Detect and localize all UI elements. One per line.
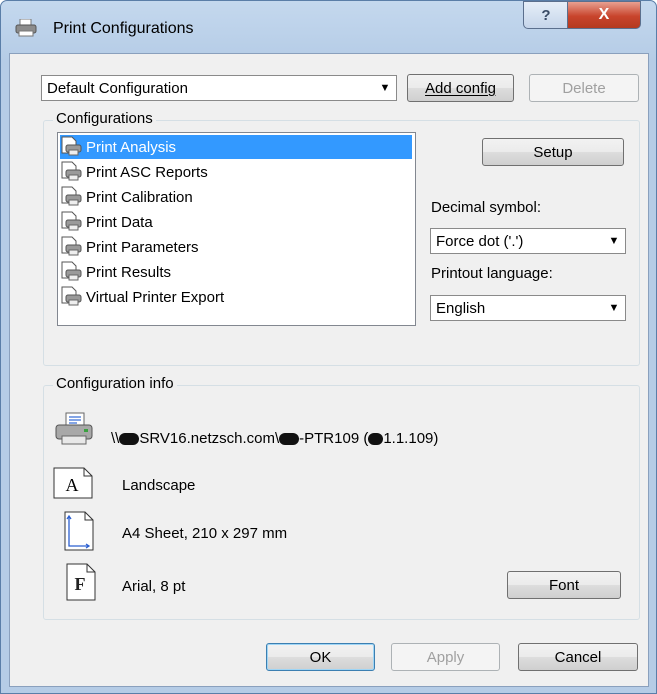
list-item-label: Print Calibration [86,188,193,206]
list-item-label: Print Data [86,213,153,231]
cancel-label: Cancel [554,648,602,666]
list-item[interactable]: Print Results [60,260,412,284]
redaction-mark [368,433,384,446]
list-item-label: Print Analysis [86,138,177,156]
printer-config-icon [60,261,86,283]
apply-button[interactable]: Apply [391,643,500,671]
list-item-label: Print Results [86,263,172,281]
ok-label: OK [309,648,332,666]
configurations-legend: Configurations [53,110,156,127]
setup-button[interactable]: Setup [482,138,624,166]
redaction-mark [119,433,140,446]
delete-button[interactable]: Delete [529,74,639,102]
list-item-label: Virtual Printer Export [86,288,225,306]
dialog-body: Default Configuration ▼ Add config Delet… [9,53,649,687]
orientation-text: Landscape [122,477,196,494]
list-item[interactable]: Print ASC Reports [60,160,412,184]
add-config-label: Add config [425,79,496,97]
apply-label: Apply [426,648,465,666]
list-item[interactable]: Print Analysis [60,135,412,159]
list-item-label: Print Parameters [86,238,199,256]
list-item[interactable]: Print Data [60,210,412,234]
delete-label: Delete [562,79,606,97]
add-config-button[interactable]: Add config [407,74,514,102]
configuration-info-legend: Configuration info [53,375,177,392]
svg-text:A: A [66,475,79,495]
printer-config-icon [60,136,86,158]
font-icon: F [66,563,96,605]
decimal-symbol-value: Force dot ('.') [436,232,524,250]
landscape-icon: A [53,467,93,503]
printer-path: \\ SRV16.netzsch.com\ -PTR109 (1.1.109) [111,430,439,447]
font-button[interactable]: Font [507,571,621,599]
font-text: Arial, 8 pt [122,578,186,595]
printer-config-icon [60,211,86,233]
window-title: Print Configurations [53,20,194,37]
font-button-label: Font [548,576,579,594]
configuration-select-value: Default Configuration [47,79,188,97]
close-button[interactable]: X [567,1,641,29]
printer-config-icon [60,186,86,208]
svg-text:F: F [75,574,86,594]
list-item[interactable]: Virtual Printer Export [60,285,412,309]
printer-icon [54,412,94,450]
paper-text: A4 Sheet, 210 x 297 mm [122,525,288,542]
chevron-down-icon: ▼ [608,235,620,247]
redaction-mark [279,433,300,446]
cancel-button[interactable]: Cancel [518,643,638,671]
printout-language-select[interactable]: English ▼ [430,295,626,321]
list-item-label: Print ASC Reports [86,163,208,181]
decimal-symbol-label: Decimal symbol: [431,199,542,216]
printer-config-icon [60,236,86,258]
list-item[interactable]: Print Parameters [60,235,412,259]
setup-label: Setup [533,143,573,161]
list-item[interactable]: Print Calibration [60,185,412,209]
print-configurations-window: Print Configurations ? X Default Configu… [0,0,657,694]
printer-config-icon [60,161,86,183]
decimal-symbol-select[interactable]: Force dot ('.') ▼ [430,228,626,254]
printer-icon [15,18,37,41]
printout-language-label: Printout language: [431,265,553,282]
printer-config-icon [60,286,86,308]
paper-size-icon [64,511,94,555]
help-button[interactable]: ? [523,1,569,29]
ok-button[interactable]: OK [266,643,375,671]
configuration-select[interactable]: Default Configuration ▼ [41,75,397,101]
title-bar: Print Configurations ? X [1,1,656,53]
configurations-list[interactable]: Print Analysis Print ASC Reports Print Cal… [57,132,416,326]
chevron-down-icon: ▼ [608,302,620,314]
chevron-down-icon: ▼ [379,82,391,94]
printout-language-value: English [436,299,486,317]
